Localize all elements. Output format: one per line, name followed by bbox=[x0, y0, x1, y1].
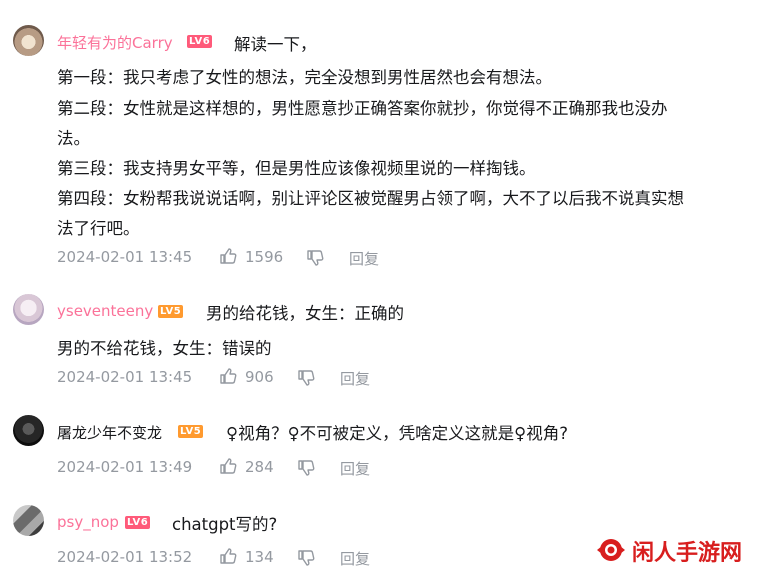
like-count: 134 bbox=[245, 548, 274, 566]
timestamp: 2024-02-01 13:52 bbox=[57, 548, 193, 566]
watermark: 闲人手游网 bbox=[592, 531, 772, 569]
reply-button[interactable]: 回复 bbox=[349, 248, 379, 269]
comment-text: 法。 bbox=[57, 129, 90, 148]
level-badge: LV5 bbox=[158, 305, 184, 318]
watermark-logo-icon bbox=[597, 539, 625, 561]
thumbs-up-icon[interactable] bbox=[219, 247, 237, 265]
comment-text: 第三段：我支持男女平等，但是男性应该像视频里说的一样掏钱。 bbox=[57, 159, 536, 178]
like-count: 906 bbox=[245, 368, 274, 386]
level-badge: LV5 bbox=[178, 425, 204, 438]
username[interactable]: yseventeeny bbox=[57, 302, 153, 320]
thumbs-up-icon[interactable] bbox=[219, 547, 237, 565]
comment-text: 第四段：女粉帮我说说话啊，别让评论区被觉醒男占领了啊，大不了以后我不说真实想 bbox=[57, 189, 684, 208]
comment-text: 男的不给花钱，女生：错误的 bbox=[57, 339, 272, 358]
comment-text: 男的给花钱，女生：正确的 bbox=[206, 304, 404, 323]
avatar[interactable] bbox=[13, 415, 44, 446]
timestamp: 2024-02-01 13:45 bbox=[57, 248, 193, 266]
avatar[interactable] bbox=[13, 505, 44, 536]
comment-text: ♀视角？♀不可被定义，凭啥定义这就是♀视角? bbox=[226, 424, 569, 443]
comment-text: 第一段：我只考虑了女性的想法，完全没想到男性居然也会有想法。 bbox=[57, 68, 552, 87]
level-badge: LV6 bbox=[187, 35, 213, 48]
timestamp: 2024-02-01 13:49 bbox=[57, 458, 193, 476]
watermark-text: 闲人手游网 bbox=[632, 541, 743, 566]
username[interactable]: 屠龙少年不变龙 bbox=[57, 422, 162, 443]
thumbs-up-icon[interactable] bbox=[219, 457, 237, 475]
thumbs-down-icon[interactable] bbox=[306, 249, 324, 267]
reply-button[interactable]: 回复 bbox=[340, 458, 370, 479]
thumbs-down-icon[interactable] bbox=[297, 369, 315, 387]
comment-text: 法了行吧。 bbox=[57, 219, 140, 238]
avatar[interactable] bbox=[13, 294, 44, 325]
thumbs-down-icon[interactable] bbox=[297, 549, 315, 567]
thumbs-up-icon[interactable] bbox=[219, 367, 237, 385]
comment-text: 解读一下， bbox=[234, 35, 317, 54]
avatar[interactable] bbox=[13, 25, 44, 56]
like-count: 1596 bbox=[245, 248, 284, 266]
username[interactable]: 年轻有为的Carry bbox=[57, 32, 173, 53]
reply-button[interactable]: 回复 bbox=[340, 548, 370, 569]
timestamp: 2024-02-01 13:45 bbox=[57, 368, 193, 386]
level-badge: LV6 bbox=[125, 516, 151, 529]
comment-text: 第二段：女性就是这样想的，男性愿意抄正确答案你就抄，你觉得不正确那我也没办 bbox=[57, 99, 668, 118]
reply-button[interactable]: 回复 bbox=[340, 368, 370, 389]
like-count: 284 bbox=[245, 458, 274, 476]
thumbs-down-icon[interactable] bbox=[297, 459, 315, 477]
username[interactable]: psy_nop bbox=[57, 513, 119, 531]
comment-text: chatgpt写的? bbox=[172, 515, 278, 534]
